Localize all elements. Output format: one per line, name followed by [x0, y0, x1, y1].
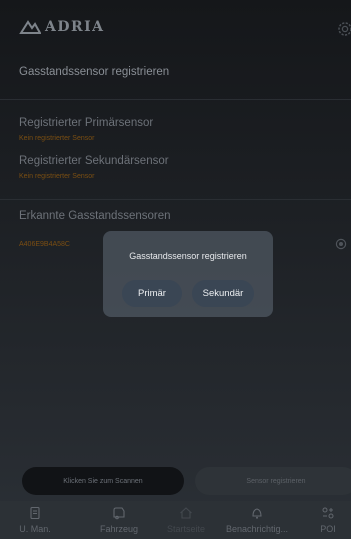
register-sensor-button[interactable]: Sensor registrieren — [195, 467, 351, 495]
nav-label: Startseite — [166, 524, 206, 534]
nav-label: Benachrichtig... — [225, 524, 289, 534]
page-title: Gasstandssensor registrieren — [19, 66, 170, 78]
nav-label: Fahrzeug — [99, 524, 139, 534]
sensor-id: A406E9B4A58C — [19, 241, 70, 248]
app-screen: ADRIA Gasstandssensor registrieren Regis… — [0, 0, 351, 539]
bottom-nav: U. Man. Fahrzeug Startseite Benachrichti… — [0, 501, 351, 539]
divider — [0, 199, 351, 200]
scan-button[interactable]: Klicken Sie zum Scannen — [22, 467, 184, 495]
gear-icon[interactable] — [336, 20, 351, 38]
manual-icon — [30, 506, 40, 520]
register-sensor-dialog: Gasstandssensor registrieren Primär Seku… — [103, 231, 273, 317]
dialog-title: Gasstandssensor registrieren — [129, 251, 247, 261]
logo-mark-icon — [19, 20, 41, 34]
radio-icon[interactable] — [335, 238, 347, 250]
secondary-sensor-label: Registrierter Sekundärsensor — [19, 155, 169, 167]
nav-item-home[interactable]: Startseite — [151, 501, 221, 539]
secondary-sensor-value: Kein registrierter Sensor — [19, 173, 95, 180]
primary-button[interactable]: Primär — [122, 280, 182, 307]
divider — [0, 99, 351, 100]
secondary-button[interactable]: Sekundär — [192, 280, 254, 307]
nav-label: U. Man. — [19, 524, 51, 534]
nav-item-manual[interactable]: U. Man. — [0, 501, 70, 539]
primary-sensor-label: Registrierter Primärsensor — [19, 117, 154, 129]
nav-label: POI — [320, 524, 336, 534]
bell-icon — [252, 508, 262, 519]
nav-item-poi[interactable]: POI — [306, 501, 350, 539]
detected-sensors-title: Erkannte Gasstandssensoren — [19, 210, 171, 222]
nav-item-vehicle[interactable]: Fahrzeug — [84, 501, 154, 539]
vehicle-icon — [113, 507, 125, 520]
nav-item-notifications[interactable]: Benachrichtig... — [219, 501, 295, 539]
brand-name: ADRIA — [45, 19, 105, 35]
adria-logo: ADRIA — [19, 16, 105, 38]
poi-icon — [322, 507, 334, 519]
primary-sensor-value: Kein registrierter Sensor — [19, 135, 95, 142]
home-icon — [180, 507, 192, 519]
